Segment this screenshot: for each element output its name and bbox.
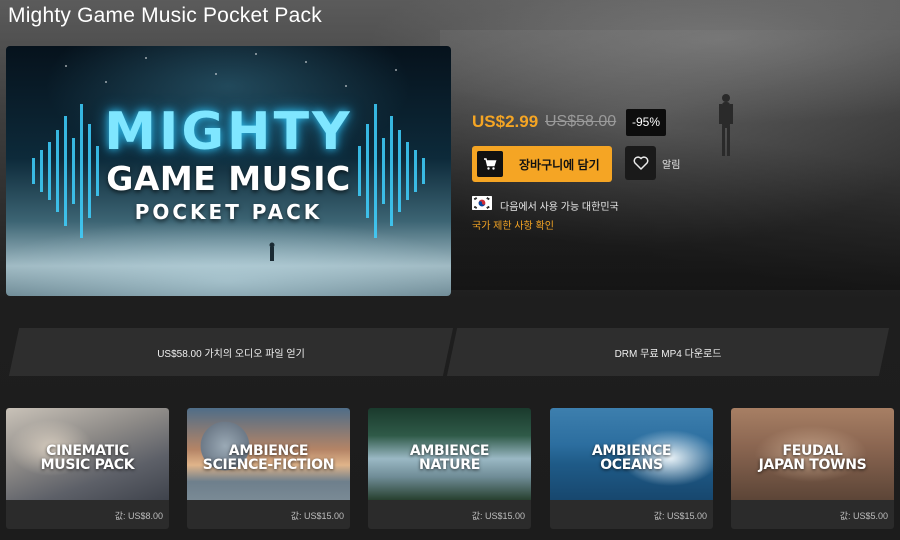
hero-artwork: MIGHTY GAME MUSIC POCKET PACK [6,46,451,296]
pack-value: 값: US$15.00 [471,511,525,521]
hero-title-game-music: GAME MUSIC [106,159,351,198]
pack-card-cinematic-music[interactable]: CINEMATIC MUSIC PACK 값: US$8.00 [6,408,169,529]
feature-drm-free-label: DRM 무료 MP4 다운로드 [614,348,722,360]
add-to-cart-label: 장바구니에 담기 [519,157,600,172]
pack-value: 값: US$15.00 [653,511,707,521]
wishlist-button[interactable] [625,146,656,180]
feature-audio-value: US$58.00 가치의 오디오 파일 얻기 [14,328,448,376]
hero-title-mighty: MIGHTY [104,102,353,162]
shopping-cart-icon [477,151,503,177]
pack-title: AMBIENCE SCIENCE-FICTION [202,443,335,473]
pack-title: AMBIENCE NATURE [409,443,490,473]
background-figure [719,94,733,156]
pack-title: FEUDAL JAPAN TOWNS [758,443,867,473]
add-to-cart-button[interactable]: 장바구니에 담기 [472,146,612,182]
feature-audio-value-label: US$58.00 가치의 오디오 파일 얻기 [157,348,305,360]
pack-value: 값: US$15.00 [290,511,344,521]
discount-badge: -95% [626,109,666,136]
pack-value: 값: US$5.00 [839,511,888,521]
country-restrictions-link[interactable]: 국가 제한 사항 확인 [472,217,554,232]
heart-icon [633,156,648,170]
wishlist-label: 알림 [662,160,681,171]
pack-card-ambience-oceans[interactable]: AMBIENCE OCEANS 값: US$15.00 [550,408,713,529]
pack-card-ambience-nature[interactable]: AMBIENCE NATURE 값: US$15.00 [368,408,531,529]
pack-title: CINEMATIC MUSIC PACK [40,443,135,473]
current-price: US$2.99 [472,112,539,131]
south-korea-flag-icon [472,196,492,210]
page-title: Mighty Game Music Pocket Pack [8,4,322,27]
pack-title: AMBIENCE OCEANS [591,443,672,473]
feature-drm-free: DRM 무료 MP4 다운로드 [452,328,884,376]
pack-card-feudal-japan-towns[interactable]: FEUDAL JAPAN TOWNS 값: US$5.00 [731,408,894,529]
pack-card-ambience-science-fiction[interactable]: AMBIENCE SCIENCE-FICTION 값: US$15.00 [187,408,350,529]
pack-value: 값: US$8.00 [114,511,163,521]
hero-title-pocket-pack: POCKET PACK [134,200,323,224]
original-price: US$58.00 [545,113,617,130]
availability-text: 다음에서 사용 가능 대한민국 [500,202,619,213]
